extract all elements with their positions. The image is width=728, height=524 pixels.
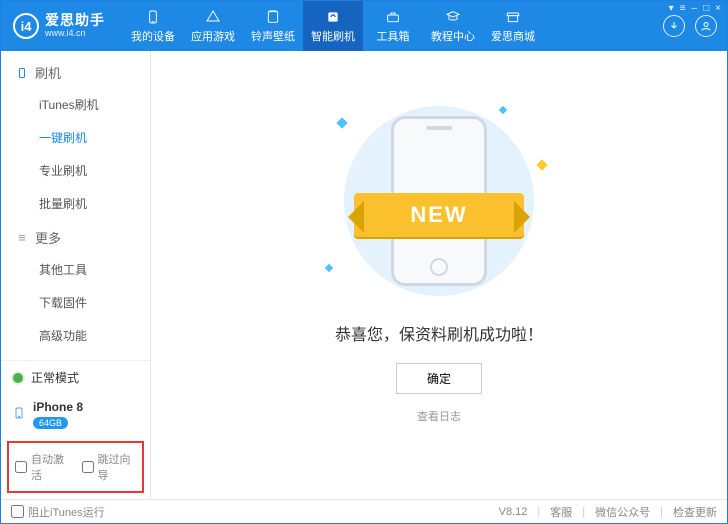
device-name: iPhone 8 [33,400,83,414]
close-button[interactable]: × [715,3,721,14]
nav-label: 爱思商城 [491,28,535,44]
account-button[interactable] [695,15,717,37]
highlight-box: 自动激活 跳过向导 [7,441,144,493]
success-illustration: NEW [324,101,554,301]
shirt-icon[interactable]: ▾ [669,3,674,14]
window-controls: ▾ ≡ – □ × [669,3,721,14]
main-panel: NEW 恭喜您，保资料刷机成功啦！ 确定 查看日志 [151,51,727,499]
brand-logo: i4 爱思助手 www.i4.cn [13,13,105,39]
phone-outline-icon [15,66,29,80]
sidebar: 刷机 iTunes刷机 一键刷机 专业刷机 批量刷机 ≡ 更多 [1,51,151,499]
nav-label: 我的设备 [131,28,175,44]
sidebar-item-advanced[interactable]: 高级功能 [39,319,150,352]
auto-activate-input[interactable] [15,461,27,473]
nav-label: 铃声壁纸 [251,28,295,44]
sidebar-group-flash: 刷机 iTunes刷机 一键刷机 专业刷机 批量刷机 [1,57,150,222]
version-label: V8.12 [499,506,528,518]
flash-icon [324,9,342,25]
ok-button[interactable]: 确定 [396,363,482,394]
checkbox-skip-guide[interactable]: 跳过向导 [82,451,137,483]
footer-link-wechat[interactable]: 微信公众号 [595,504,650,520]
nav-toolbox[interactable]: 工具箱 [363,1,423,51]
nav-store[interactable]: 爱思商城 [483,1,543,51]
device-mode-row[interactable]: 正常模式 [1,361,150,394]
device-mode-label: 正常模式 [31,369,79,386]
app-window: ▾ ≡ – □ × i4 爱思助手 www.i4.cn 我的设备 应用游戏 [0,0,728,524]
group-title: 刷机 [35,63,61,82]
nav-label: 应用游戏 [191,28,235,44]
success-message: 恭喜您，保资料刷机成功啦！ [335,321,543,345]
store-icon [504,9,522,25]
tutorial-icon [444,9,462,25]
sidebar-group-more: ≡ 更多 其他工具 下载固件 高级功能 [1,222,150,354]
new-ribbon: NEW [354,193,524,237]
download-button[interactable] [663,15,685,37]
menu-icon[interactable]: ≡ [680,3,686,14]
checkbox-block-itunes[interactable]: 阻止iTunes运行 [11,504,105,520]
checkbox-auto-activate[interactable]: 自动激活 [15,451,70,483]
sidebar-item-oneclick-flash[interactable]: 一键刷机 [39,121,150,154]
checkbox-label: 自动激活 [31,451,70,483]
status-bar: 阻止iTunes运行 V8.12 | 客服 | 微信公众号 | 检查更新 [1,499,727,523]
top-bar: ▾ ≡ – □ × i4 爱思助手 www.i4.cn 我的设备 应用游戏 [1,1,727,51]
brand-title: 爱思助手 [45,13,105,28]
sidebar-item-other-tools[interactable]: 其他工具 [39,253,150,286]
sidebar-item-itunes-flash[interactable]: iTunes刷机 [39,88,150,121]
topbar-right [663,15,717,37]
sidebar-bottom: 正常模式 iPhone 8 64GB 自动激活 [1,360,150,499]
nav-label: 工具箱 [377,28,410,44]
device-phone-icon [13,404,25,425]
sidebar-item-pro-flash[interactable]: 专业刷机 [39,154,150,187]
group-title: 更多 [35,228,61,247]
nav-apps-games[interactable]: 应用游戏 [183,1,243,51]
sidebar-item-download-fw[interactable]: 下载固件 [39,286,150,319]
toolbox-icon [384,9,402,25]
device-icon [144,9,162,25]
nav-my-device[interactable]: 我的设备 [123,1,183,51]
minimize-button[interactable]: – [692,3,698,14]
nav-tabs: 我的设备 应用游戏 铃声壁纸 智能刷机 工具箱 教程中心 [123,1,543,51]
brand-url: www.i4.cn [45,29,105,39]
brand-badge: i4 [13,13,39,39]
nav-ringtones[interactable]: 铃声壁纸 [243,1,303,51]
status-dot-icon [13,373,23,383]
nav-label: 智能刷机 [311,28,355,44]
footer-link-support[interactable]: 客服 [550,504,572,520]
skip-guide-input[interactable] [82,461,94,473]
apps-icon [204,9,222,25]
body: 刷机 iTunes刷机 一键刷机 专业刷机 批量刷机 ≡ 更多 [1,51,727,499]
maximize-button[interactable]: □ [703,3,709,14]
checkbox-label: 阻止iTunes运行 [28,504,105,520]
sidebar-item-batch-flash[interactable]: 批量刷机 [39,187,150,220]
more-icon: ≡ [15,231,29,245]
nav-tutorials[interactable]: 教程中心 [423,1,483,51]
ribbon-label: NEW [354,193,524,237]
view-log-link[interactable]: 查看日志 [417,408,461,424]
ringtone-icon [264,9,282,25]
device-storage-badge: 64GB [33,417,68,429]
checkbox-label: 跳过向导 [98,451,137,483]
nav-label: 教程中心 [431,28,475,44]
footer-link-update[interactable]: 检查更新 [673,504,717,520]
block-itunes-input[interactable] [11,505,24,518]
device-row[interactable]: iPhone 8 64GB [1,394,150,439]
nav-flash[interactable]: 智能刷机 [303,1,363,51]
